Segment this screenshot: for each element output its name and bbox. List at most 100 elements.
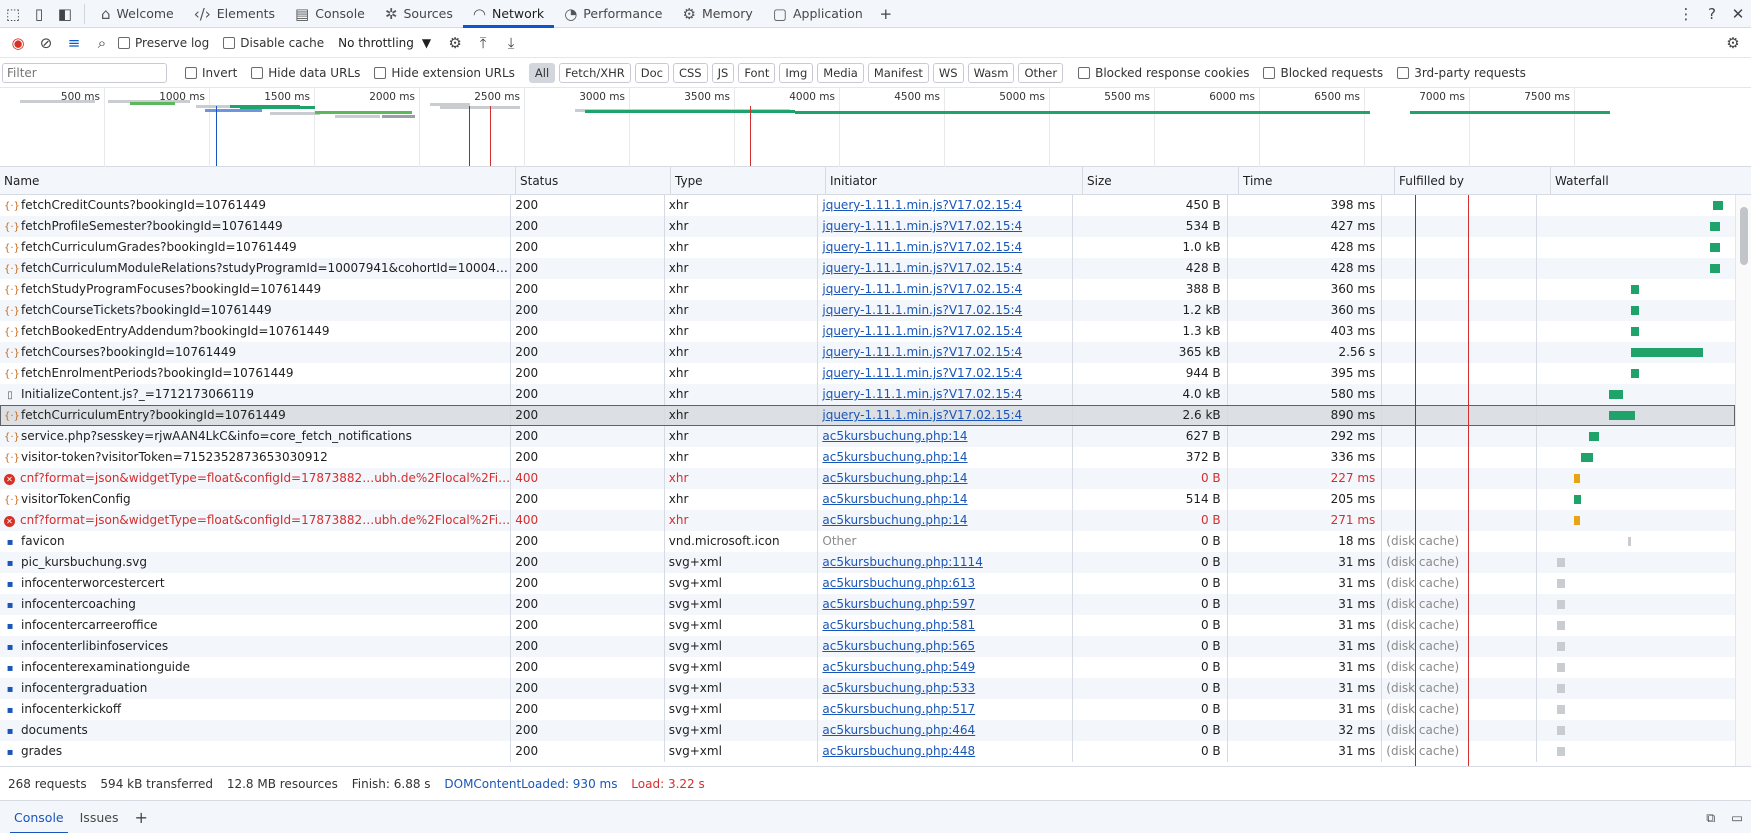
table-row[interactable]: ▪ documents 200 svg+xml ac5kursbuchung.php:4… (0, 720, 1735, 741)
tab-performance[interactable]: ◔ Performance (554, 0, 672, 28)
table-row[interactable]: {·}fetchStudyProgramFocuses?bookingId=10… (0, 279, 1735, 300)
table-row[interactable]: ✕ cnf?format=json&widgetType=float&config… (0, 468, 1735, 489)
dock-icon[interactable]: ⧉ (1698, 801, 1723, 833)
table-row[interactable]: ✕ cnf?format=json&widgetType=float&config… (0, 510, 1735, 531)
table-row[interactable]: {·}fetchCourses?bookingId=10761449 200 xhr… (0, 342, 1735, 363)
initiator-link[interactable]: jquery-1.11.1.min.js?V17.02.15:4 (818, 384, 1073, 405)
tab-network[interactable]: ◠ Network (462, 0, 555, 28)
hide-data-urls-checkbox[interactable]: Hide data URLs (251, 66, 360, 80)
initiator-link[interactable]: ac5kursbuchung.php:533 (818, 678, 1073, 699)
initiator-link[interactable]: ac5kursbuchung.php:613 (818, 573, 1073, 594)
initiator-link[interactable]: jquery-1.11.1.min.js?V17.02.15:4 (818, 321, 1073, 342)
table-row[interactable]: ▯ InitializeContent.js?_=1712173066119 200… (0, 384, 1735, 405)
scrollbar-thumb[interactable] (1740, 207, 1748, 265)
filter-chip-media[interactable]: Media (817, 62, 864, 83)
initiator-link[interactable]: jquery-1.11.1.min.js?V17.02.15:4 (818, 195, 1073, 216)
table-row[interactable]: ▪ infocenterkickoff 200 svg+xml ac5kursbuchu… (0, 699, 1735, 720)
help-icon[interactable]: ? (1699, 1, 1725, 27)
initiator-link[interactable]: ac5kursbuchung.php:1114 (818, 552, 1073, 573)
table-row[interactable]: {·}fetchEnrolmentPeriods?bookingId=10761… (0, 363, 1735, 384)
initiator-link[interactable]: ac5kursbuchung.php:597 (818, 594, 1073, 615)
disable-cache-checkbox[interactable]: Disable cache (223, 36, 324, 50)
initiator-link[interactable]: ac5kursbuchung.php:581 (818, 615, 1073, 636)
close-icon[interactable]: ✕ (1725, 1, 1751, 27)
filter-chip-js[interactable]: JS (711, 62, 735, 83)
blocked-cookies-checkbox[interactable]: Blocked response cookies (1078, 66, 1249, 80)
settings-gear-icon[interactable]: ⚙ (1721, 31, 1745, 55)
table-row[interactable]: {·}fetchCurriculumGrades?bookingId=10761… (0, 237, 1735, 258)
tab-welcome[interactable]: ⌂ Welcome (91, 0, 184, 28)
invert-checkbox[interactable]: Invert (185, 66, 237, 80)
initiator-link[interactable]: ac5kursbuchung.php:14 (818, 447, 1073, 468)
table-row[interactable]: ▪ infocentergraduation 200 svg+xml ac5kursbu… (0, 678, 1735, 699)
table-row[interactable]: {·}service.php?sesskey=rjwAAN4LkC&info=c… (0, 426, 1735, 447)
table-row[interactable]: {·}fetchBookedEntryAddendum?bookingId=10… (0, 321, 1735, 342)
add-drawer-tab-icon[interactable]: + (126, 801, 155, 833)
initiator-link[interactable]: ac5kursbuchung.php:565 (818, 636, 1073, 657)
undock-icon[interactable]: ▭ (1723, 801, 1751, 833)
filter-chip-doc[interactable]: Doc (634, 62, 669, 83)
table-row[interactable]: ▪ favicon 200 vnd.microsoft.icon Other 0 B 18 … (0, 531, 1735, 552)
initiator-link[interactable]: ac5kursbuchung.php:464 (818, 720, 1073, 741)
filter-chip-fetch-xhr[interactable]: Fetch/XHR (559, 62, 631, 83)
table-row[interactable]: {·}fetchProfileSemester?bookingId=107614… (0, 216, 1735, 237)
export-har-icon[interactable]: ⤓ (499, 31, 523, 55)
filter-chip-ws[interactable]: WS (932, 62, 964, 83)
search-icon[interactable]: ⌕ (90, 31, 114, 55)
hide-extension-urls-checkbox[interactable]: Hide extension URLs (374, 66, 515, 80)
filter-chip-img[interactable]: Img (779, 62, 814, 83)
initiator-link[interactable]: jquery-1.11.1.min.js?V17.02.15:4 (818, 405, 1073, 426)
initiator-link[interactable]: ac5kursbuchung.php:14 (818, 489, 1073, 510)
preserve-log-checkbox[interactable]: Preserve log (118, 36, 209, 50)
filter-chip-other[interactable]: Other (1018, 62, 1064, 83)
clear-icon[interactable]: ⊘ (34, 31, 58, 55)
filter-icon[interactable]: ≡ (62, 31, 86, 55)
initiator-link[interactable]: jquery-1.11.1.min.js?V17.02.15:4 (818, 279, 1073, 300)
column-header-name[interactable]: Name (0, 167, 516, 195)
column-header-size[interactable]: Size (1083, 167, 1239, 195)
drawer-tab-console[interactable]: Console (6, 801, 72, 833)
scrollbar[interactable] (1735, 195, 1751, 766)
initiator-link[interactable]: jquery-1.11.1.min.js?V17.02.15:4 (818, 363, 1073, 384)
third-party-checkbox[interactable]: 3rd-party requests (1397, 66, 1526, 80)
tab-application[interactable]: ▢ Application (763, 0, 873, 28)
record-icon[interactable]: ◉ (6, 31, 30, 55)
table-row[interactable]: {·}fetchCurriculumModuleRelations?studyP… (0, 258, 1735, 279)
initiator-link[interactable]: ac5kursbuchung.php:14 (818, 468, 1073, 489)
table-row[interactable]: ▪ infocenterlibinfoservices 200 svg+xml ac5k… (0, 636, 1735, 657)
column-header-time[interactable]: Time (1239, 167, 1395, 195)
more-options-icon[interactable]: ⋮ (1673, 1, 1699, 27)
table-row[interactable]: {·}fetchCourseTickets?bookingId=10761449… (0, 300, 1735, 321)
tab-sources[interactable]: ✲ Sources (375, 0, 463, 28)
tab-memory[interactable]: ⚙ Memory (673, 0, 763, 28)
filter-chip-manifest[interactable]: Manifest (867, 62, 929, 83)
column-header-status[interactable]: Status (516, 167, 671, 195)
drawer-tab-issues[interactable]: Issues (72, 801, 127, 833)
inspect-element-icon[interactable]: ⬚ (0, 1, 26, 27)
network-conditions-icon[interactable]: ⚙ (443, 31, 467, 55)
filter-input[interactable] (2, 62, 167, 83)
tab-elements[interactable]: ‹/› Elements (184, 0, 285, 28)
table-row[interactable]: {·}fetchCurriculumEntry?bookingId=107614… (0, 405, 1735, 426)
import-har-icon[interactable]: ⤒ (471, 31, 495, 55)
device-toolbar-icon[interactable]: ▯ (26, 1, 52, 27)
initiator-link[interactable]: ac5kursbuchung.php:549 (818, 657, 1073, 678)
overview-timeline[interactable]: 500 ms 1000 ms 1500 ms 2000 ms 2500 ms 3000 m… (0, 88, 1751, 167)
filter-chip-all[interactable]: All (528, 62, 556, 83)
table-row[interactable]: {·}fetchCreditCounts?bookingId=10761449 2… (0, 195, 1735, 216)
add-panel-icon[interactable]: + (873, 1, 899, 27)
column-header-type[interactable]: Type (671, 167, 826, 195)
table-row[interactable]: ▪ infocenterexaminationguide 200 svg+xml ac5… (0, 657, 1735, 678)
initiator-link[interactable]: jquery-1.11.1.min.js?V17.02.15:4 (818, 216, 1073, 237)
throttling-select[interactable]: No throttling ▼ (338, 36, 431, 50)
column-header-initiator[interactable]: Initiator (826, 167, 1083, 195)
initiator-link[interactable]: jquery-1.11.1.min.js?V17.02.15:4 (818, 300, 1073, 321)
initiator-link[interactable]: ac5kursbuchung.php:517 (818, 699, 1073, 720)
filter-chip-wasm[interactable]: Wasm (967, 62, 1015, 83)
tab-console[interactable]: ▤ Console (285, 0, 375, 28)
table-row[interactable]: ▪ pic_kursbuchung.svg 200 svg+xml ac5kursbuc… (0, 552, 1735, 573)
table-row[interactable]: ▪ grades 200 svg+xml ac5kursbuchung.php:448 0… (0, 741, 1735, 762)
initiator-link[interactable]: jquery-1.11.1.min.js?V17.02.15:4 (818, 258, 1073, 279)
table-row[interactable]: ▪ infocenterworcestercert 200 svg+xml ac5kur… (0, 573, 1735, 594)
initiator-link[interactable]: jquery-1.11.1.min.js?V17.02.15:4 (818, 342, 1073, 363)
